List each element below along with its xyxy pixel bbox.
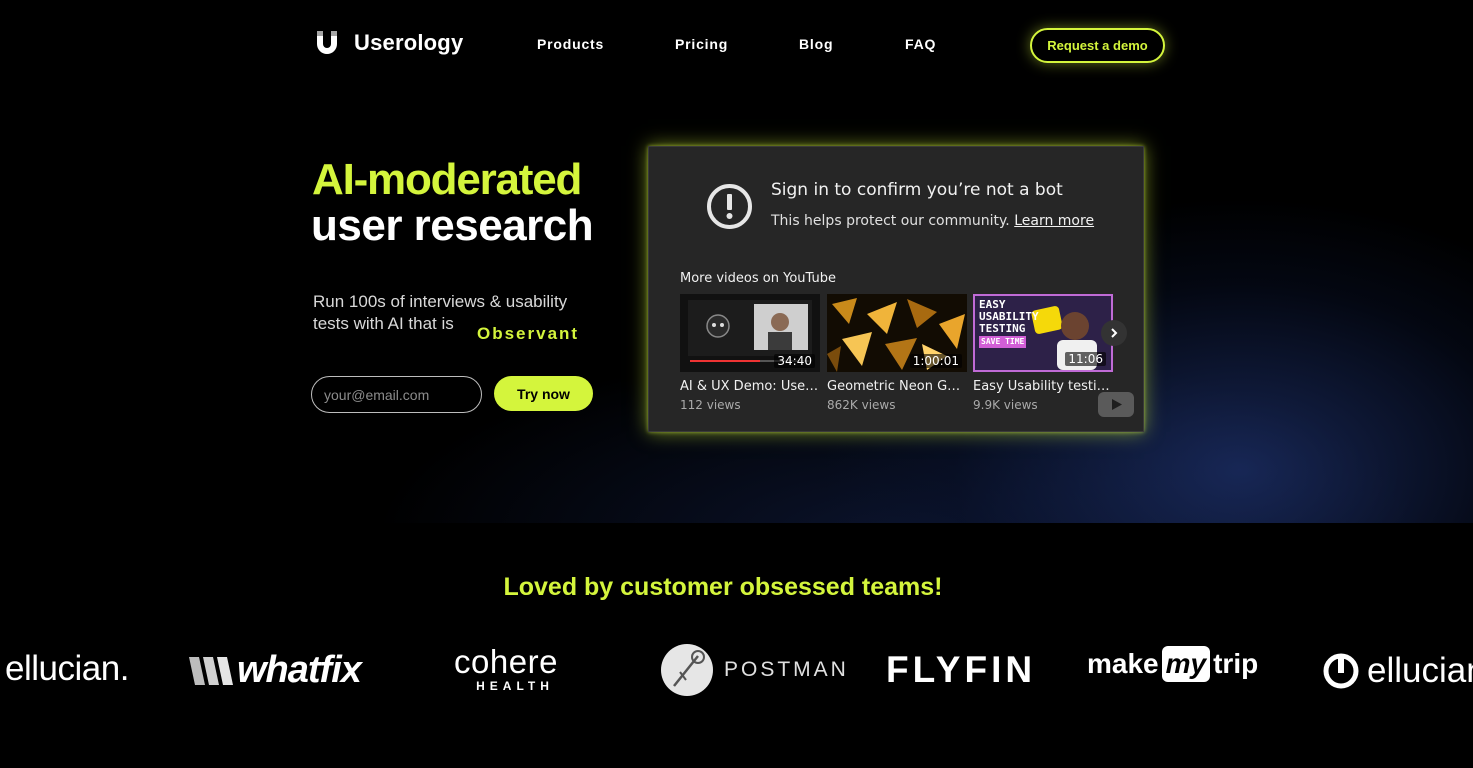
nav-pricing[interactable]: Pricing (675, 36, 728, 52)
top-nav: Userology Products Pricing Blog FAQ Requ… (0, 0, 1473, 90)
alert-circle-icon (707, 184, 752, 229)
logo-makemytrip: make my trip (1087, 646, 1258, 682)
request-demo-button[interactable]: Request a demo (1030, 28, 1165, 63)
try-now-button[interactable]: Try now (494, 376, 593, 411)
video-duration: 34:40 (774, 354, 815, 368)
trusted-heading: Loved by customer obsessed teams! (503, 573, 943, 601)
nav-faq[interactable]: FAQ (905, 36, 936, 52)
nav-blog[interactable]: Blog (799, 36, 833, 52)
logo-whatfix: whatfix (187, 649, 362, 692)
whatfix-wordmark: whatfix (237, 649, 362, 691)
youtube-embed: Sign in to confirm you’re not a bot This… (648, 146, 1144, 432)
logo-flyfin: FLYFIN (886, 649, 1037, 690)
ellucian-wordmark-2: ellucian (1367, 651, 1473, 690)
video-card[interactable]: 34:40 AI & UX Demo: User Research Automa… (680, 294, 820, 412)
video-views: 862K views (827, 398, 896, 412)
signin-subtitle: This helps protect our community. Learn … (771, 213, 1094, 229)
email-input[interactable] (311, 376, 482, 413)
video-duration: 11:06 (1065, 352, 1106, 366)
subtitle-line-1: Run 100s of interviews & usability (313, 292, 568, 311)
thumbnail-caption: EASY USABILITY TESTING SAVE TIME (979, 299, 1039, 348)
video-card[interactable]: EASY USABILITY TESTING SAVE TIME 11:06 E… (973, 294, 1113, 412)
signin-title: Sign in to confirm you’re not a bot (771, 180, 1063, 200)
logo-postman: POSTMAN (660, 642, 849, 698)
makemytrip-make: make (1087, 648, 1159, 679)
signin-subtitle-text: This helps protect our community. (771, 213, 1010, 229)
logo-ellucian-2: ellucian (1323, 651, 1473, 691)
video-title: Geometric Neon Gold Abstract (827, 379, 967, 394)
makemytrip-trip: trip (1213, 648, 1259, 679)
cohere-health-subtext: HEALTH (476, 679, 554, 693)
chevron-right-icon (1111, 328, 1118, 338)
video-card[interactable]: 1:00:01 Geometric Neon Gold Abstract 862… (827, 294, 967, 412)
video-duration: 1:00:01 (909, 354, 962, 368)
headline-main: user research (311, 201, 594, 250)
video-title: AI & UX Demo: User Research Automation (680, 379, 820, 394)
whatfix-mark-icon (189, 656, 233, 685)
video-thumbnail: EASY USABILITY TESTING SAVE TIME 11:06 (973, 294, 1113, 372)
video-thumbnail: 1:00:01 (827, 294, 967, 372)
thumbnail-badge: SAVE TIME (979, 336, 1027, 348)
learn-more-link[interactable]: Learn more (1014, 213, 1094, 229)
subtitle-keyword: Observant (477, 324, 580, 343)
logo-cohere-health: cohere HEALTH (444, 643, 568, 694)
magnet-u-icon (317, 31, 337, 54)
postman-rocket-icon (661, 644, 713, 696)
cohere-wordmark: cohere (454, 643, 558, 680)
video-title: Easy Usability testing (973, 379, 1113, 394)
postman-wordmark: POSTMAN (724, 658, 849, 681)
thumbnail-line: TESTING (979, 322, 1026, 335)
more-videos-label: More videos on YouTube (680, 271, 836, 286)
nav-products[interactable]: Products (537, 36, 604, 52)
headline-accent: AI-moderated (312, 155, 582, 204)
video-views: 112 views (680, 398, 741, 412)
ellucian-mark-icon (1323, 653, 1359, 689)
brand-logo[interactable]: Userology (314, 29, 463, 57)
subtitle-line-2: tests with AI that is (313, 314, 454, 333)
youtube-logo-icon[interactable] (1098, 392, 1134, 417)
video-views: 9.9K views (973, 398, 1038, 412)
brand-name: Userology (354, 30, 464, 55)
makemytrip-my: my (1161, 646, 1211, 682)
video-thumbnail: 34:40 (680, 294, 820, 372)
next-videos-button[interactable] (1101, 320, 1127, 346)
logo-ellucian: ellucian. (5, 649, 129, 688)
